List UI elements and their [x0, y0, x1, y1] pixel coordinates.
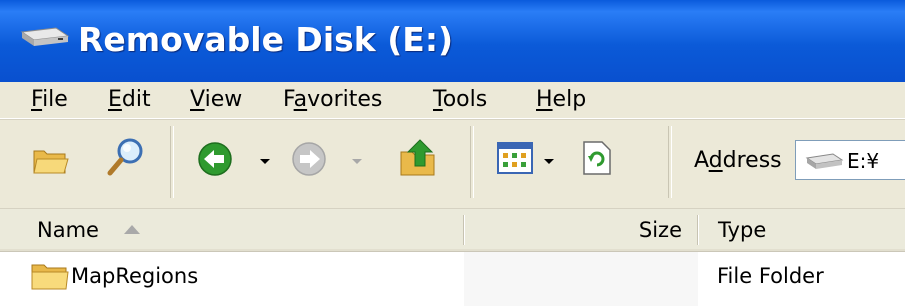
menu-file[interactable]: File [31, 82, 68, 118]
column-headers: Name Size Type [0, 209, 905, 252]
back-dropdown-icon[interactable] [260, 159, 270, 164]
address-field[interactable]: E:¥ [795, 140, 905, 180]
folder-icon [31, 264, 69, 290]
menu-favorites[interactable]: Favorites [283, 82, 382, 118]
address-value: E:¥ [847, 149, 880, 173]
menu-view[interactable]: View [190, 82, 242, 118]
menu-bar: File Edit View Favorites Tools Help [0, 82, 905, 119]
up-icon[interactable] [398, 136, 438, 178]
column-header-size[interactable]: Size [464, 209, 698, 251]
forward-icon[interactable] [290, 140, 328, 178]
file-type: File Folder [717, 264, 824, 288]
window-title: Removable Disk (E:) [78, 20, 454, 59]
back-icon[interactable] [196, 140, 234, 178]
file-name: MapRegions [71, 264, 199, 288]
toolbar: Address E:¥ [0, 119, 905, 209]
menu-help[interactable]: Help [536, 82, 586, 118]
explorer-window: Removable Disk (E:) File Edit View Favor… [0, 0, 905, 306]
menu-tools[interactable]: Tools [433, 82, 487, 118]
views-icon[interactable] [497, 142, 533, 174]
folders-icon[interactable] [32, 143, 70, 177]
refresh-icon[interactable] [582, 140, 612, 176]
menu-edit[interactable]: Edit [108, 82, 151, 118]
column-header-type[interactable]: Type [698, 209, 905, 251]
column-header-name[interactable]: Name [0, 209, 464, 251]
toolbar-separator [470, 126, 474, 198]
removable-drive-icon [20, 27, 70, 46]
toolbar-separator [170, 126, 174, 198]
removable-drive-icon [805, 153, 844, 169]
search-icon[interactable] [106, 136, 146, 178]
toolbar-separator [668, 126, 672, 198]
sort-ascending-icon [124, 225, 140, 234]
list-item[interactable]: MapRegions File Folder [0, 252, 905, 300]
title-bar[interactable]: Removable Disk (E:) [0, 0, 905, 82]
views-dropdown-icon[interactable] [544, 159, 554, 164]
forward-dropdown-icon[interactable] [352, 159, 362, 164]
address-label: Address [694, 148, 782, 173]
